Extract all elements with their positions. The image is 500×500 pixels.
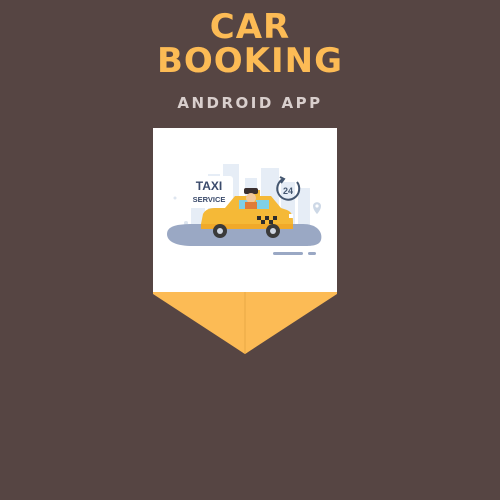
taxi-service-illustration: TAXI SERVICE 24 bbox=[167, 164, 322, 255]
taxi-sign: TAXI SERVICE bbox=[187, 176, 233, 208]
title-line-2: BOOKING bbox=[156, 41, 344, 81]
arrow-banner bbox=[153, 292, 337, 354]
clock-24-text: 24 bbox=[283, 186, 293, 196]
illustration-card: TAXI SERVICE 24 bbox=[153, 128, 337, 292]
subtitle: ANDROID APP bbox=[177, 94, 323, 112]
driver-icon bbox=[244, 188, 258, 209]
sign-taxi-text: TAXI bbox=[196, 179, 222, 193]
location-pin-icon bbox=[313, 202, 321, 214]
sign-service-text: SERVICE bbox=[193, 195, 226, 204]
